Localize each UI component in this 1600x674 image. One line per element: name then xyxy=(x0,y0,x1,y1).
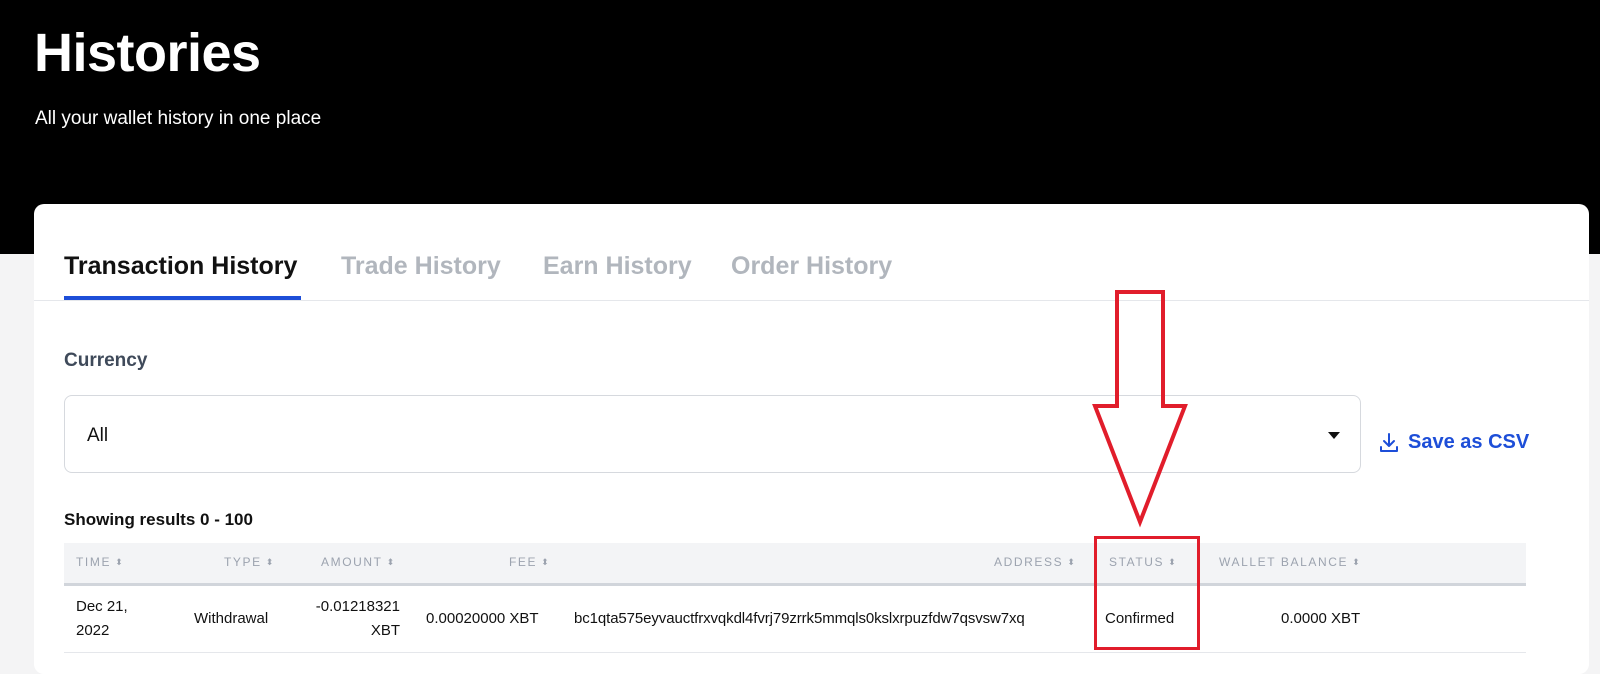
sort-icon: ⬍ xyxy=(541,557,549,567)
chevron-down-icon xyxy=(1328,432,1340,439)
tab-transaction-history[interactable]: Transaction History xyxy=(64,252,297,281)
sort-icon: ⬍ xyxy=(265,557,274,567)
cell-time-year: 2022 xyxy=(76,622,110,639)
cell-fee: 0.00020000 XBT xyxy=(426,610,539,627)
history-tabs: Transaction History Trade History Earn H… xyxy=(34,204,1589,301)
active-tab-indicator xyxy=(64,296,301,300)
cell-type: Withdrawal xyxy=(194,610,269,627)
column-header-type[interactable]: TYPE ⬍ xyxy=(224,555,273,569)
sort-icon: ⬍ xyxy=(115,557,123,567)
annotation-arrow xyxy=(1092,290,1188,528)
column-header-wallet-balance[interactable]: WALLET BALANCE ⬍ xyxy=(1219,555,1360,569)
cell-wallet-balance: 0.0000 XBT xyxy=(1281,610,1361,627)
save-as-csv-label: Save as CSV xyxy=(1408,431,1530,453)
cell-amount-unit: XBT xyxy=(370,622,400,639)
column-header-address[interactable]: ADDRESS ⬍ xyxy=(994,555,1075,569)
sort-icon: ⬍ xyxy=(1067,557,1075,567)
column-header-label: AMOUNT xyxy=(321,555,383,569)
tab-earn-history[interactable]: Earn History xyxy=(543,252,692,281)
column-header-label: TIME xyxy=(76,555,112,569)
download-icon xyxy=(1380,433,1398,452)
results-count: Showing results 0 - 100 xyxy=(64,510,253,529)
currency-select-value: All xyxy=(87,425,109,446)
currency-label: Currency xyxy=(64,350,148,371)
cell-time-date: Dec 21, xyxy=(76,598,128,615)
history-card: Transaction History Trade History Earn H… xyxy=(34,204,1589,674)
column-header-fee[interactable]: FEE ⬍ xyxy=(509,555,549,569)
column-header-label: FEE xyxy=(509,555,538,569)
cell-amount-value: -0.01218321 xyxy=(315,598,400,615)
tab-trade-history[interactable]: Trade History xyxy=(341,252,501,281)
page-subtitle: All your wallet history in one place xyxy=(35,108,322,129)
cell-time: Dec 21, 2022 xyxy=(76,595,128,643)
annotation-highlight-box xyxy=(1094,536,1200,650)
table-header: TIME ⬍ TYPE ⬍ AMOUNT ⬍ FEE ⬍ ADDRESS ⬍ STATUS… xyxy=(64,543,1526,586)
table-row: Dec 21, 2022 Withdrawal -0.01218321 XBT … xyxy=(64,586,1526,653)
cell-amount: -0.01218321 XBT xyxy=(311,595,400,643)
column-header-amount[interactable]: AMOUNT ⬍ xyxy=(321,555,394,569)
tab-order-history[interactable]: Order History xyxy=(731,252,892,281)
column-header-label: ADDRESS xyxy=(994,555,1064,569)
cell-address[interactable]: bc1qta575eyvauctfrxvqkdl4fvrj79zrrk5mmql… xyxy=(574,607,1025,631)
column-header-label: WALLET BALANCE xyxy=(1219,555,1349,569)
column-header-time[interactable]: TIME ⬍ xyxy=(76,555,123,569)
sort-icon: ⬍ xyxy=(386,557,395,567)
sort-icon: ⬍ xyxy=(1352,557,1360,567)
page-title: Histories xyxy=(34,23,261,83)
column-header-label: TYPE xyxy=(224,555,262,569)
